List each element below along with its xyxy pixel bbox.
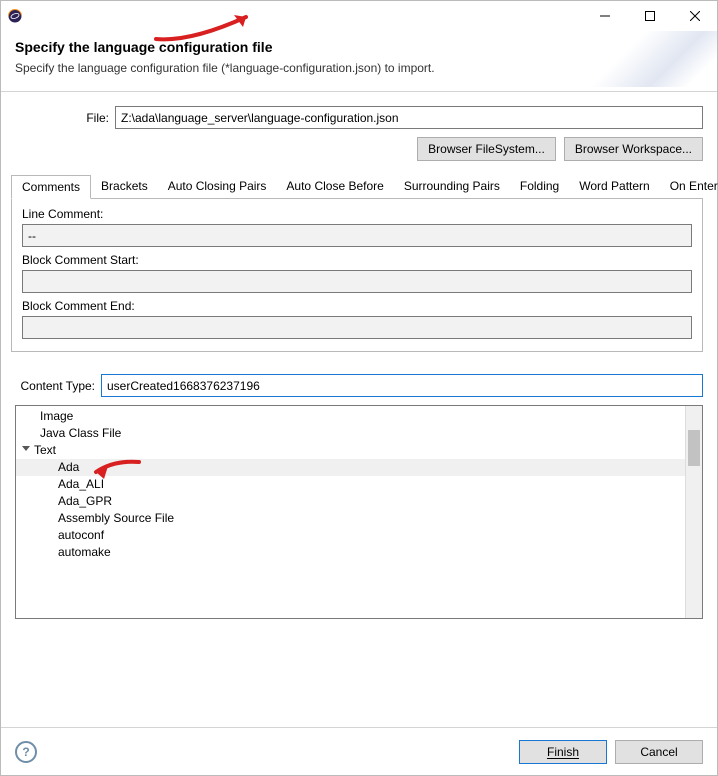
tree-item-automake[interactable]: automake: [16, 544, 685, 561]
tab-auto-close-before[interactable]: Auto Close Before: [276, 175, 393, 199]
block-comment-start-label: Block Comment Start:: [22, 253, 692, 267]
tree-item-java-class-file[interactable]: Java Class File: [16, 425, 685, 442]
tab-folding[interactable]: Folding: [510, 175, 569, 199]
tree-item-ada[interactable]: Ada: [16, 459, 685, 476]
tree-item-image[interactable]: Image: [16, 408, 685, 425]
browse-workspace-button[interactable]: Browser Workspace...: [564, 137, 703, 161]
content-type-row: Content Type:: [15, 374, 703, 397]
file-row: File:: [15, 106, 703, 129]
tree-scrollbar[interactable]: [685, 406, 702, 618]
content-type-tree: Image Java Class File Text Ada Ada_ALI A…: [15, 405, 703, 619]
dialog-header: Specify the language configuration file …: [1, 31, 717, 91]
tab-strip: Comments Brackets Auto Closing Pairs Aut…: [11, 175, 703, 199]
eclipse-icon: [7, 8, 23, 24]
tree-body[interactable]: Image Java Class File Text Ada Ada_ALI A…: [16, 406, 685, 618]
tab-on-enter-rules[interactable]: On Enter Rules: [660, 175, 718, 199]
close-button[interactable]: [672, 1, 717, 31]
dialog-body: File: Browser FileSystem... Browser Work…: [1, 91, 717, 619]
line-comment-label: Line Comment:: [22, 207, 692, 221]
tab-comments[interactable]: Comments: [11, 175, 91, 199]
tree-item-text[interactable]: Text: [16, 442, 685, 459]
tab-brackets[interactable]: Brackets: [91, 175, 158, 199]
tab-auto-closing-pairs[interactable]: Auto Closing Pairs: [158, 175, 277, 199]
block-comment-end-input[interactable]: [22, 316, 692, 339]
tree-item-autoconf[interactable]: autoconf: [16, 527, 685, 544]
titlebar: [1, 1, 717, 31]
finish-button[interactable]: Finish: [519, 740, 607, 764]
chevron-down-icon[interactable]: [20, 442, 32, 459]
minimize-button[interactable]: [582, 1, 627, 31]
content-type-label: Content Type:: [15, 379, 101, 393]
dialog-footer: ? Finish Cancel: [1, 727, 717, 775]
file-input[interactable]: [115, 106, 703, 129]
tab-surrounding-pairs[interactable]: Surrounding Pairs: [394, 175, 510, 199]
dialog-window: Specify the language configuration file …: [0, 0, 718, 776]
tab-word-pattern[interactable]: Word Pattern: [569, 175, 659, 199]
tree-item-assembly-source-file[interactable]: Assembly Source File: [16, 510, 685, 527]
content-type-input[interactable]: [101, 374, 703, 397]
browse-filesystem-button[interactable]: Browser FileSystem...: [417, 137, 556, 161]
scrollbar-thumb[interactable]: [688, 430, 700, 466]
header-decoration: [577, 31, 717, 87]
block-comment-start-input[interactable]: [22, 270, 692, 293]
line-comment-input[interactable]: [22, 224, 692, 247]
tree-item-ada-ali[interactable]: Ada_ALI: [16, 476, 685, 493]
browse-button-row: Browser FileSystem... Browser Workspace.…: [15, 137, 703, 161]
tree-item-ada-gpr[interactable]: Ada_GPR: [16, 493, 685, 510]
block-comment-end-label: Block Comment End:: [22, 299, 692, 313]
maximize-button[interactable]: [627, 1, 672, 31]
tab-content-comments: Line Comment: Block Comment Start: Block…: [11, 198, 703, 352]
cancel-button[interactable]: Cancel: [615, 740, 703, 764]
file-label: File:: [15, 111, 115, 125]
help-icon[interactable]: ?: [15, 741, 37, 763]
tab-folder: Comments Brackets Auto Closing Pairs Aut…: [11, 175, 703, 352]
